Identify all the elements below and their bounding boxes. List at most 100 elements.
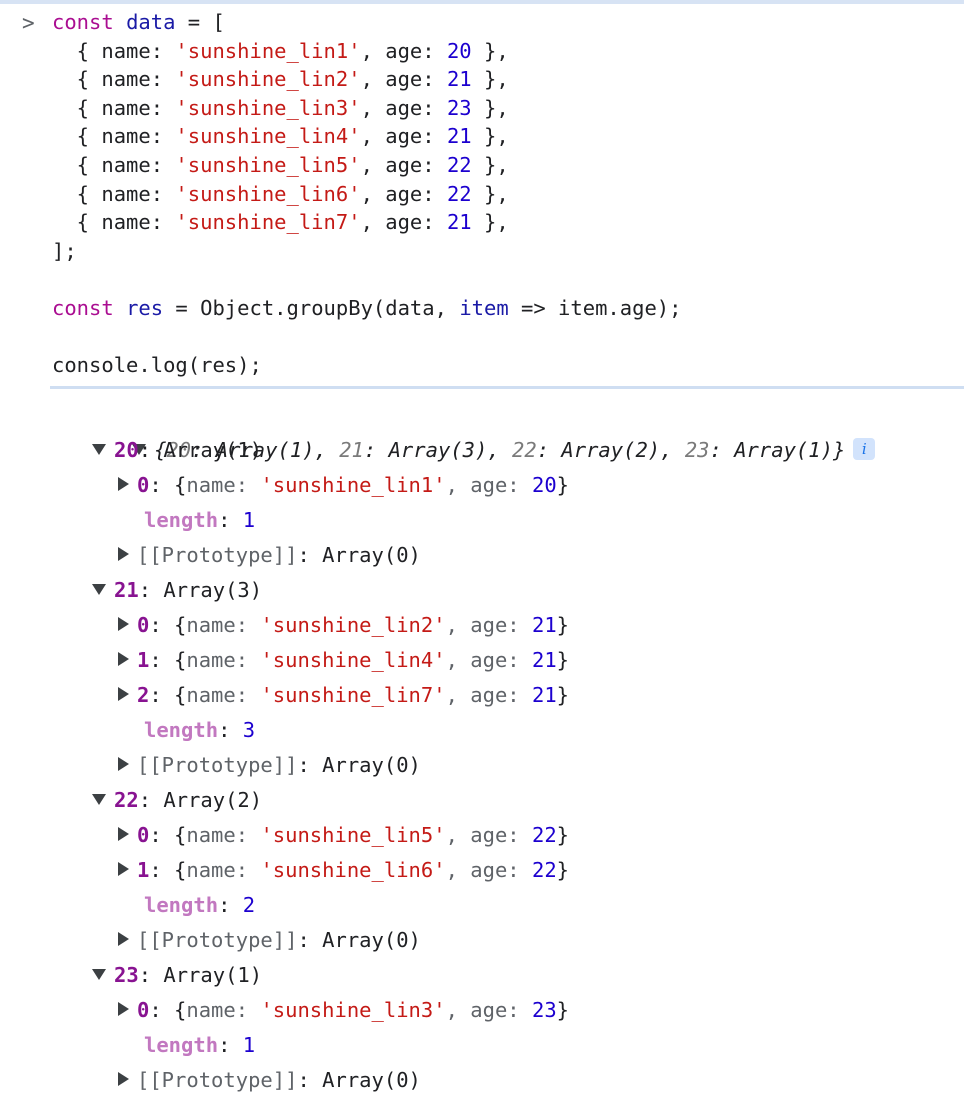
item-colon: : <box>149 823 175 847</box>
tree-prototype-row[interactable]: [[Prototype]]: Array(0) <box>0 923 964 958</box>
code-token: = [ <box>175 10 225 34</box>
code-token: 'sunshine_lin4' <box>175 124 361 149</box>
tree-item-row[interactable]: 0: {name: 'sunshine_lin3', age: 23} <box>0 993 964 1028</box>
code-token: , age: <box>360 124 447 149</box>
prototype-key: [[Prototype]] <box>137 753 298 777</box>
tree-prototype-row[interactable]: [[Prototype]]: Array(0) <box>0 1063 964 1098</box>
item-colon: : <box>149 858 175 882</box>
chevron-right-icon[interactable] <box>118 477 129 491</box>
preview-open-brace: { <box>174 998 187 1022</box>
tree-group-row[interactable]: 23: Array(1) <box>0 958 964 993</box>
tree-item-row[interactable]: 1: {name: 'sunshine_lin4', age: 21} <box>0 643 964 678</box>
prototype-colon: : <box>297 928 323 952</box>
preview-open-brace: { <box>174 858 187 882</box>
item-index-key: 1 <box>137 648 150 672</box>
length-key: length <box>144 508 219 532</box>
preview-close-brace: } <box>556 998 570 1022</box>
preview-prop-age: , age: <box>445 998 532 1022</box>
tree-group-row[interactable]: 21: Array(3) <box>0 573 964 608</box>
preview-string-value: 'sunshine_lin4' <box>260 648 446 672</box>
preview-number-value: 21 <box>531 683 557 707</box>
preview-close-brace: } <box>556 648 570 672</box>
tree-group-row[interactable]: 20: Array(1) <box>0 433 964 468</box>
prototype-value: Array(0) <box>322 1068 421 1092</box>
code-token: 22 <box>446 152 472 177</box>
code-token: , age: <box>360 38 447 63</box>
chevron-right-icon[interactable] <box>118 652 129 666</box>
length-colon: : <box>218 893 243 917</box>
group-array-label: Array(1) <box>163 963 263 987</box>
preview-open-brace: { <box>174 473 187 497</box>
code-token: , age: <box>360 210 447 235</box>
code-token: const <box>52 295 114 320</box>
group-key: 22 <box>114 788 139 812</box>
console-input-code[interactable]: const data = [ { name: 'sunshine_lin1', … <box>0 8 964 380</box>
length-key: length <box>144 1033 219 1057</box>
console-output-tree: {20: Array(1), 21: Array(3), 22: Array(2… <box>0 398 964 1098</box>
console-input-entry[interactable]: > const data = [ { name: 'sunshine_lin1'… <box>0 8 964 380</box>
prototype-value: Array(0) <box>322 543 421 567</box>
length-value: 2 <box>242 893 256 917</box>
chevron-right-icon[interactable] <box>118 932 129 946</box>
tree-item-row[interactable]: 0: {name: 'sunshine_lin1', age: 20} <box>0 468 964 503</box>
preview-number-value: 21 <box>531 648 557 672</box>
preview-number-value: 23 <box>531 998 557 1022</box>
output-tree-body: 20: Array(1) 0: {name: 'sunshine_lin1', a… <box>0 433 964 1098</box>
chevron-down-icon[interactable] <box>92 793 106 805</box>
item-colon: : <box>149 648 175 672</box>
prototype-colon: : <box>297 1068 323 1092</box>
code-token: 21 <box>446 124 472 149</box>
chevron-right-icon[interactable] <box>118 687 129 701</box>
code-token: => item.age); <box>508 295 682 320</box>
item-index-key: 1 <box>137 858 150 882</box>
chevron-right-icon[interactable] <box>118 862 129 876</box>
chevron-right-icon[interactable] <box>118 1072 129 1086</box>
code-token: { name: <box>52 95 176 120</box>
code-token: = Object.groupBy(data, <box>163 295 460 320</box>
tree-item-row[interactable]: 0: {name: 'sunshine_lin5', age: 22} <box>0 818 964 853</box>
output-summary-row[interactable]: {20: Array(1), 21: Array(3), 22: Array(2… <box>0 398 964 462</box>
tree-item-row[interactable]: 0: {name: 'sunshine_lin2', age: 21} <box>0 608 964 643</box>
group-colon: : <box>138 788 164 812</box>
group-colon: : <box>138 578 164 602</box>
item-index-key: 0 <box>137 473 150 497</box>
group-colon: : <box>138 963 164 987</box>
length-colon: : <box>218 718 243 742</box>
group-array-label: Array(3) <box>163 578 263 602</box>
devtools-console-panel: > const data = [ { name: 'sunshine_lin1'… <box>0 0 964 1102</box>
tree-prototype-row[interactable]: [[Prototype]]: Array(0) <box>0 538 964 573</box>
code-token: 22 <box>446 181 472 206</box>
preview-close-brace: } <box>556 613 570 637</box>
item-colon: : <box>149 613 175 637</box>
code-token: 21 <box>446 210 472 235</box>
tree-group-row[interactable]: 22: Array(2) <box>0 783 964 818</box>
tree-item-row[interactable]: 2: {name: 'sunshine_lin7', age: 21} <box>0 678 964 713</box>
tree-length-row: length: 1 <box>0 503 964 538</box>
chevron-right-icon[interactable] <box>118 547 129 561</box>
chevron-down-icon[interactable] <box>92 968 106 980</box>
chevron-right-icon[interactable] <box>118 757 129 771</box>
code-token: }, <box>471 38 509 63</box>
length-key: length <box>144 893 219 917</box>
chevron-down-icon[interactable] <box>92 583 106 595</box>
prototype-value: Array(0) <box>322 753 421 777</box>
chevron-down-icon[interactable] <box>92 443 106 455</box>
preview-string-value: 'sunshine_lin2' <box>260 613 446 637</box>
preview-prop-age: , age: <box>445 648 532 672</box>
preview-prop-name: name: <box>186 998 261 1022</box>
group-key: 20 <box>114 438 139 462</box>
preview-string-value: 'sunshine_lin5' <box>260 823 446 847</box>
preview-number-value: 21 <box>531 613 557 637</box>
chevron-right-icon[interactable] <box>118 1002 129 1016</box>
prototype-colon: : <box>297 543 323 567</box>
tree-item-row[interactable]: 1: {name: 'sunshine_lin6', age: 22} <box>0 853 964 888</box>
code-token: console.log(res); <box>52 353 262 378</box>
code-token: 23 <box>446 95 472 120</box>
group-array-label: Array(2) <box>163 788 263 812</box>
code-token: { name: <box>52 210 176 235</box>
tree-prototype-row[interactable]: [[Prototype]]: Array(0) <box>0 748 964 783</box>
chevron-right-icon[interactable] <box>118 827 129 841</box>
item-index-key: 2 <box>137 683 150 707</box>
chevron-right-icon[interactable] <box>118 617 129 631</box>
